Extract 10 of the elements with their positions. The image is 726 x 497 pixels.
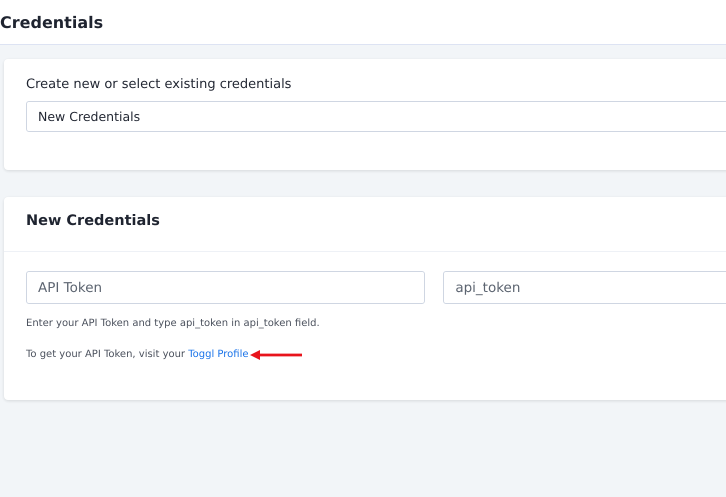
page-title: Credentials [0, 12, 104, 32]
card-title: New Credentials [4, 197, 726, 252]
input-field[interactable]: API Token [26, 271, 426, 304]
help-text: To get your API Token, visit your Toggl Profile [26, 349, 249, 360]
credentials-select[interactable]: New Credentials [26, 101, 726, 132]
profile-link[interactable]: Toggl Profile [188, 349, 249, 360]
select-label: Create new or select existing credentials [26, 77, 292, 92]
help-text: Enter your API Token and type api_token in api_token field. [26, 318, 321, 329]
input-field[interactable]: api_token [443, 271, 726, 304]
arrow-icon [250, 350, 302, 360]
